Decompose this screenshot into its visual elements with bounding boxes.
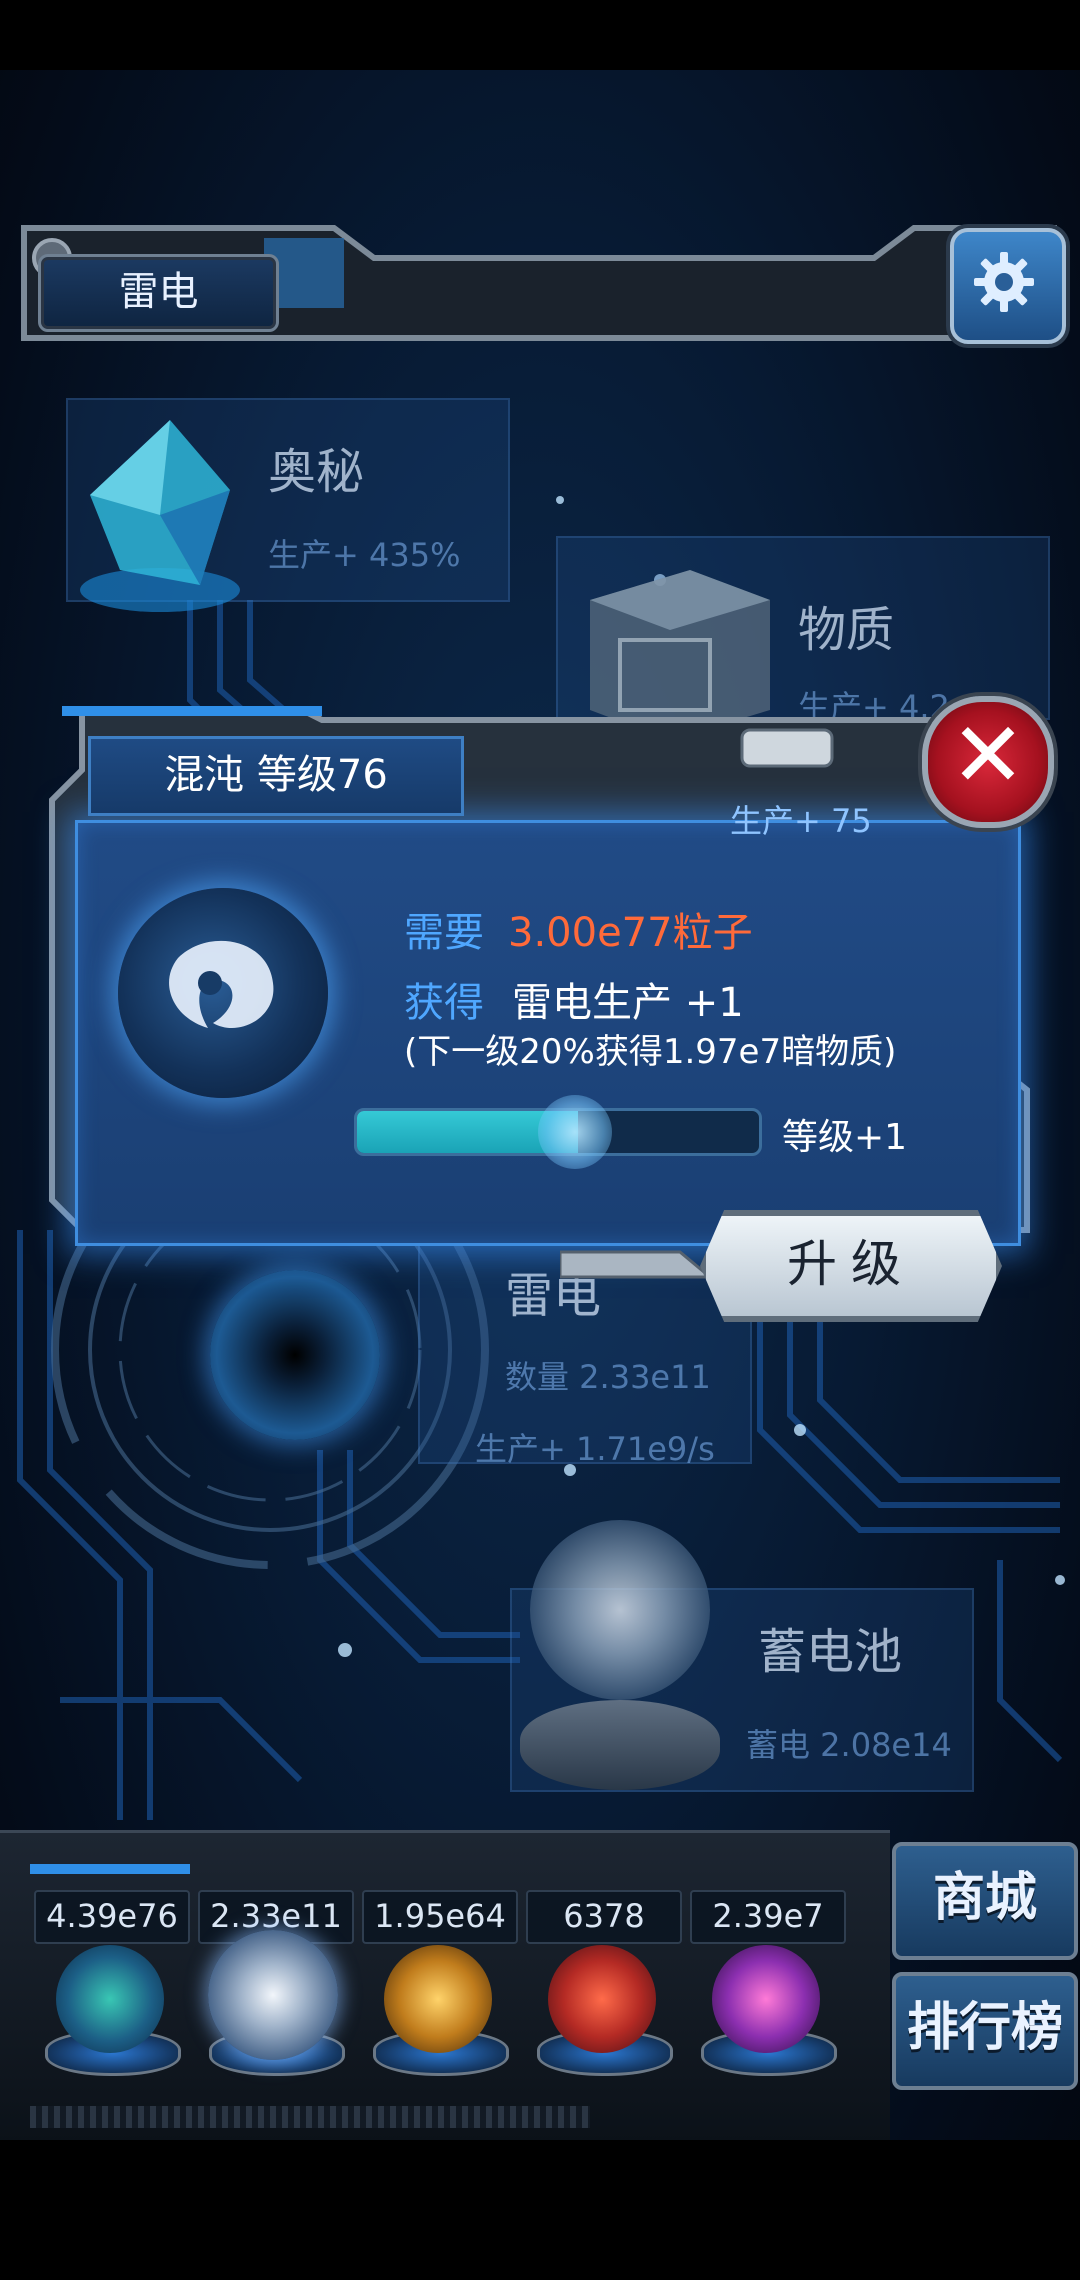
gain-value: 雷电生产 +1 xyxy=(512,980,744,1026)
page-title: 雷电 xyxy=(38,254,279,332)
level-increment-label: 等级+1 xyxy=(782,1117,908,1158)
close-button[interactable]: ✕ xyxy=(922,696,1054,828)
thunder-orb-icon xyxy=(210,1270,380,1440)
require-label: 需要 xyxy=(404,910,484,956)
mystery-production: 生产+ 435% xyxy=(268,536,461,574)
mystery-crystal-icon xyxy=(80,420,240,612)
shop-button[interactable]: 商城 xyxy=(892,1842,1078,1960)
matter-title: 物质 xyxy=(798,602,895,658)
dock-accent xyxy=(30,1864,190,1874)
vortex-orb-icon[interactable] xyxy=(712,1945,820,2053)
dock-count-vortex: 2.39e7 xyxy=(690,1890,846,1944)
thunder-production: 生产+ 1.71e9/s xyxy=(475,1430,715,1468)
dock-count-fire: 1.95e64 xyxy=(362,1890,518,1944)
chaos-orb-icon xyxy=(118,888,328,1098)
game-screen: 雷电 奥秘 生产+ 435% 物质 生产+ 4.2..% 雷电 数量 2.33e… xyxy=(0,0,1080,2280)
level-slider-handle[interactable] xyxy=(538,1095,613,1169)
battery-orb-icon xyxy=(530,1520,710,1700)
battery-storage: 蓄电 2.08e14 xyxy=(746,1726,952,1764)
mystery-title: 奥秘 xyxy=(268,444,365,500)
ranking-button[interactable]: 排行榜 xyxy=(892,1972,1078,2090)
dock-grille xyxy=(30,2106,590,2128)
dock-count-crystal: 6378 xyxy=(526,1890,682,1944)
navigation-bar-area xyxy=(0,2140,1080,2280)
gain-label: 获得 xyxy=(404,980,484,1026)
dialog-production: 生产+ 75 xyxy=(730,802,872,840)
thunder-count: 数量 2.33e11 xyxy=(505,1358,711,1396)
next-level-bonus: (下一级20%获得1.97e7暗物质) xyxy=(404,1032,897,1072)
upgrade-button[interactable]: 升级 xyxy=(700,1210,1002,1322)
particle-orb-icon[interactable] xyxy=(56,1945,164,2053)
gear-icon xyxy=(974,252,1034,312)
battery-title: 蓄电池 xyxy=(758,1624,903,1680)
battery-pedestal xyxy=(520,1700,720,1790)
crystal-orb-icon[interactable] xyxy=(548,1945,656,2053)
close-icon: ✕ xyxy=(950,703,1026,808)
lightning-orb-icon[interactable] xyxy=(208,1930,338,2060)
require-value: 3.00e77粒子 xyxy=(508,910,753,956)
upgrade-button-bracket xyxy=(560,1250,710,1279)
settings-button[interactable] xyxy=(950,228,1066,344)
fire-orb-icon[interactable] xyxy=(384,1945,492,2053)
dock-count-particles: 4.39e76 xyxy=(34,1890,190,1944)
dialog-title: 混沌 等级76 xyxy=(88,736,464,816)
